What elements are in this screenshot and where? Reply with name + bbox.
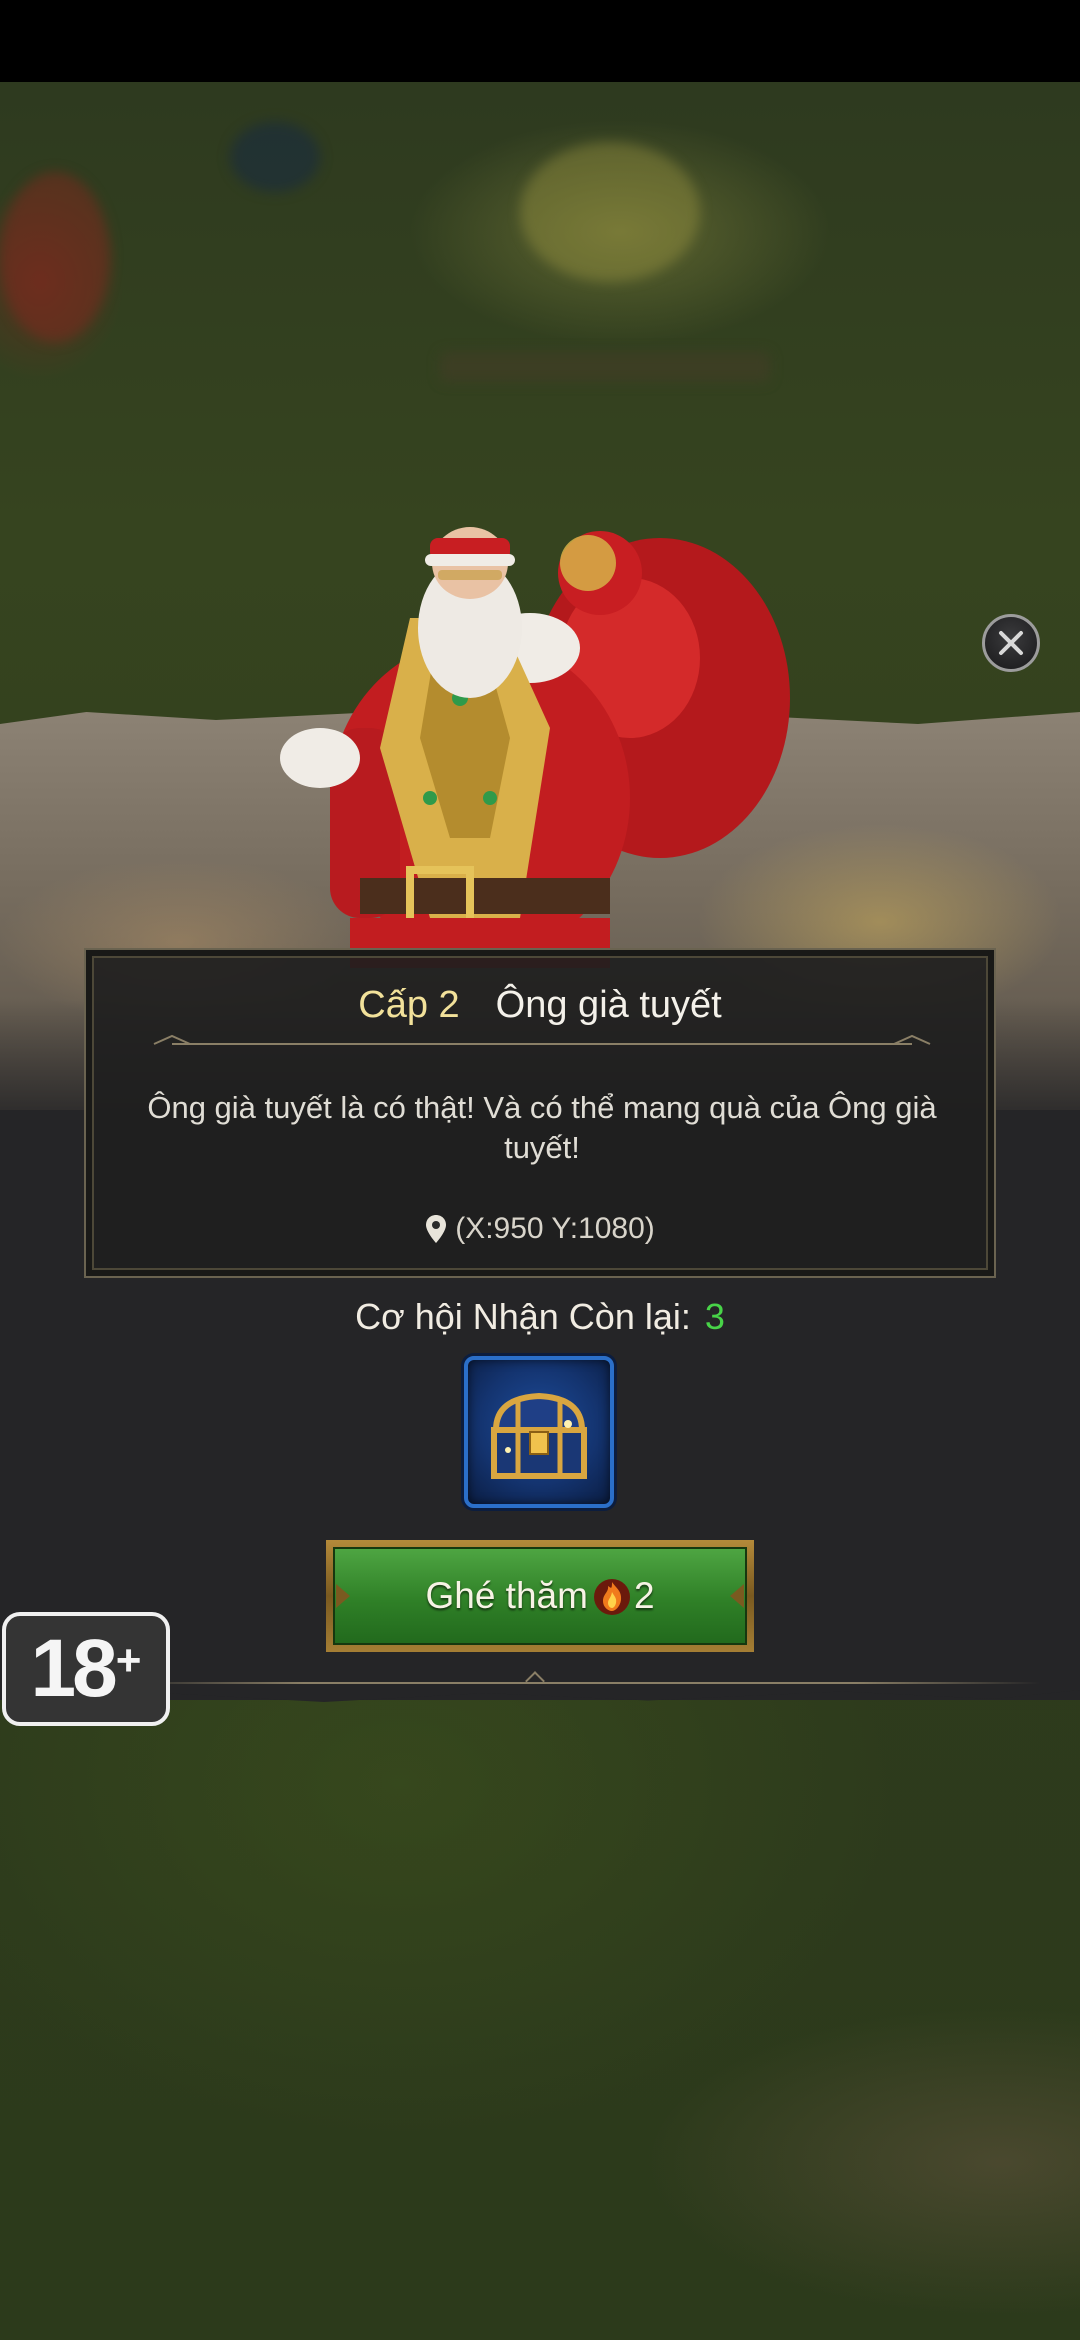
remaining-chance-label: Cơ hội Nhận Còn lại: (355, 1296, 691, 1337)
map-object (230, 122, 320, 192)
status-bar (0, 0, 1080, 82)
map-label-plate (440, 352, 770, 382)
title-divider (153, 1034, 931, 1045)
npc-level: Cấp 2 (358, 984, 460, 1026)
map-building (520, 142, 700, 282)
npc-coordinates[interactable]: (X:950 Y:1080) (86, 1212, 994, 1252)
npc-name: Ông già tuyết (495, 984, 722, 1026)
visit-button[interactable]: Ghé thăm 2 (326, 1540, 754, 1652)
panel-bottom-divider (120, 1682, 1040, 1684)
coordinates-text: (X:950 Y:1080) (455, 1212, 655, 1245)
close-icon (999, 631, 1023, 655)
visit-button-label: Ghé thăm (425, 1575, 588, 1616)
remaining-chance-count: 3 (704, 1296, 725, 1337)
age-rating-plus: + (115, 1636, 142, 1685)
fire-icon (593, 1579, 630, 1615)
remaining-chance: Cơ hội Nhận Còn lại: 3 (0, 1296, 1080, 1338)
age-rating-number: 18 (30, 1623, 118, 1714)
visit-cost: 2 (633, 1575, 655, 1616)
button-ornament-right (730, 1584, 744, 1608)
santa-claus-character (280, 527, 790, 968)
location-pin-icon (426, 1215, 447, 1243)
game-screen: Cấp 2 Ông già tuyết Ông già tuyết là có t… (0, 0, 1080, 2340)
button-ornament-left (336, 1584, 350, 1608)
map-object (0, 172, 110, 342)
reward-item-slot[interactable] (464, 1356, 614, 1508)
npc-info-box: Cấp 2 Ông già tuyết Ông già tuyết là có t… (84, 948, 996, 1278)
age-rating-badge: 18 + (2, 1612, 170, 1726)
visit-button-body: Ghé thăm 2 (333, 1547, 747, 1645)
treasure-chest-icon (491, 1392, 587, 1479)
close-button[interactable] (982, 614, 1040, 672)
npc-title: Cấp 2 Ông già tuyết (86, 984, 994, 1027)
npc-description: Ông già tuyết là có thật! Và có thể mang… (147, 1090, 937, 1165)
